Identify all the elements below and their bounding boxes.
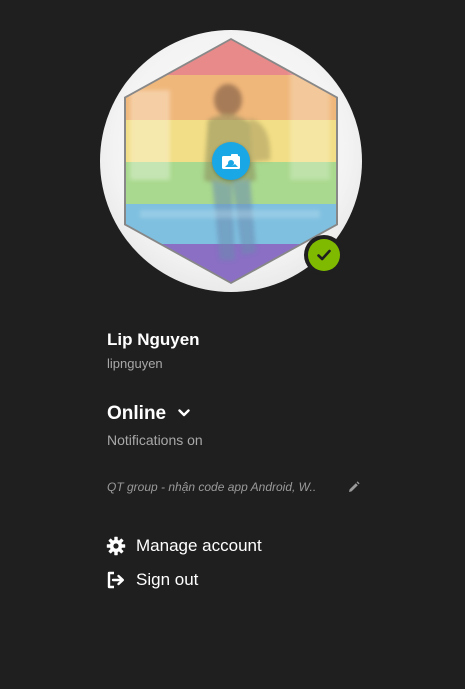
display-name: Lip Nguyen [107,330,200,349]
notifications-status: Notifications on [107,432,203,448]
username: lipnguyen [107,356,163,371]
profile-panel: Lip Nguyen lipnguyen Online Notification… [0,0,465,689]
manage-account-button[interactable]: Manage account [105,535,262,557]
gear-icon [105,535,127,557]
manage-account-label: Manage account [136,536,262,555]
camera-icon [222,153,240,169]
change-photo-button[interactable] [212,142,250,180]
status-label: Online [107,403,167,424]
pencil-icon[interactable] [347,480,360,494]
presence-badge [304,235,344,275]
sign-out-button[interactable]: Sign out [105,569,198,591]
sign-out-icon [105,569,127,591]
chevron-down-icon [178,409,190,417]
sign-out-label: Sign out [136,570,199,589]
mood-message[interactable]: QT group - nhận code app Android, W.. [107,480,367,494]
status-dropdown[interactable]: Online [107,403,190,425]
check-icon [317,249,331,261]
mood-text: QT group - nhận code app Android, W.. [107,480,317,494]
presence-indicator [308,239,340,271]
avatar-container [100,30,362,292]
